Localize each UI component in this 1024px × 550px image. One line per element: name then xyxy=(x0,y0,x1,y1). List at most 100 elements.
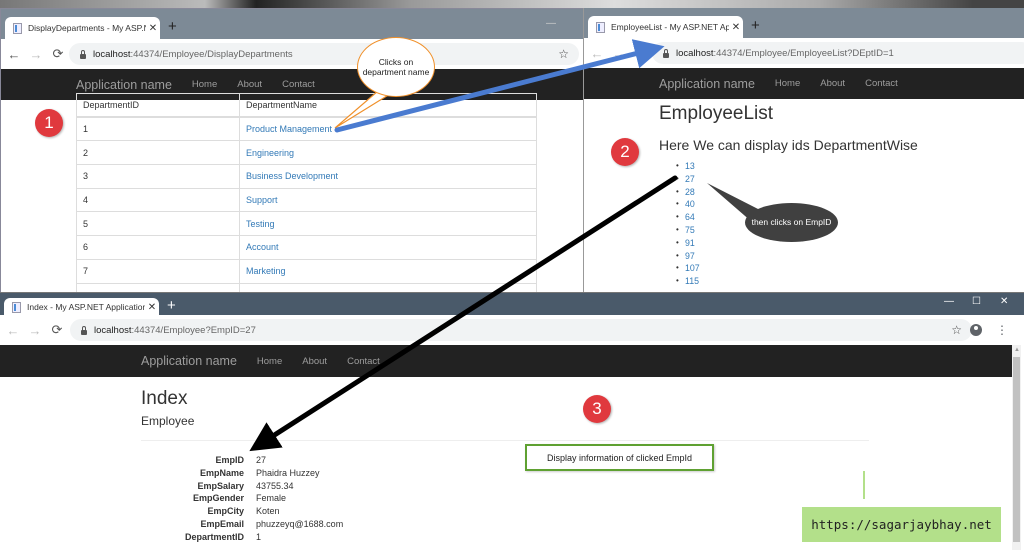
departments-table: DepartmentID DepartmentName 1 Product Man… xyxy=(76,93,537,297)
url-host: localhost xyxy=(676,47,714,59)
minimize-button[interactable]: — xyxy=(546,18,556,29)
nav-about[interactable]: About xyxy=(302,356,327,367)
url-host: localhost xyxy=(93,48,131,60)
forward-button[interactable]: → xyxy=(608,46,630,61)
department-id-cell: 4 xyxy=(76,187,240,213)
tab-title: DisplayDepartments - My ASP.NE xyxy=(28,23,146,33)
nav-about[interactable]: About xyxy=(820,78,845,89)
brand-link[interactable]: Application name xyxy=(76,78,172,92)
close-tab-icon[interactable]: ✕ xyxy=(729,22,743,33)
browser-window-employee-list: EmployeeList - My ASP.NET Appl ✕ + ← → ⟳… xyxy=(583,8,1024,293)
detail-label: EmpCity xyxy=(207,506,244,517)
employee-id-link[interactable]: 27 xyxy=(685,174,695,184)
employee-id-link[interactable]: 40 xyxy=(685,199,695,209)
callout-clicks-empid: then clicks on EmpID xyxy=(745,203,838,242)
new-tab-button[interactable]: + xyxy=(168,19,177,34)
url-input[interactable]: localhost:44374/Employee/DisplayDepartme… xyxy=(69,43,579,65)
employee-id-link[interactable]: 13 xyxy=(685,161,695,171)
department-name-link[interactable]: Account xyxy=(246,242,279,252)
list-item: 64 xyxy=(676,211,700,224)
address-bar-row: ← → ⟳ localhost:44374/Employee/EmployeeL… xyxy=(584,38,1024,68)
department-name-link[interactable]: Marketing xyxy=(246,266,286,276)
scroll-up-icon[interactable]: ▲ xyxy=(1014,347,1020,353)
table-row: 1 Product Management xyxy=(76,116,537,142)
back-button[interactable]: ← xyxy=(3,47,25,62)
employee-details: EmpID 27 EmpName Phaidra Huzzey EmpSalary 437… xyxy=(140,454,343,544)
nav-contact[interactable]: Contact xyxy=(347,356,380,367)
forward-button[interactable]: → xyxy=(25,47,47,62)
department-name-link[interactable]: Engineering xyxy=(246,148,294,158)
tab-employee-list[interactable]: EmployeeList - My ASP.NET Appl ✕ xyxy=(588,16,743,38)
maximize-button[interactable]: ☐ xyxy=(972,296,981,307)
column-header-department-id: DepartmentID xyxy=(76,93,240,119)
employee-id-link[interactable]: 115 xyxy=(685,276,699,286)
desktop-background xyxy=(0,0,1024,8)
detail-value: Female xyxy=(256,493,287,504)
table-row: 2 Engineering xyxy=(76,140,537,166)
new-tab-button[interactable]: + xyxy=(751,18,760,33)
back-button[interactable]: ← xyxy=(2,323,24,338)
close-tab-icon[interactable]: ✕ xyxy=(146,23,160,34)
nav-contact[interactable]: Contact xyxy=(865,78,898,89)
employee-id-link[interactable]: 75 xyxy=(685,225,695,235)
detail-value: 43755.34 xyxy=(256,480,294,491)
department-name-link[interactable]: Product Management xyxy=(246,124,332,134)
detail-row: EmpName Phaidra Huzzey xyxy=(140,467,343,480)
page-icon xyxy=(596,21,605,33)
url-path: :44374/Employee?EmpID=27 xyxy=(131,324,256,336)
site-navbar: Application name Home About Contact xyxy=(584,68,1024,99)
page-title: Index xyxy=(141,388,188,409)
url-input[interactable]: localhost:44374/Employee/EmployeeList?DE… xyxy=(652,42,1024,64)
vertical-scrollbar[interactable]: ▲ xyxy=(1012,345,1021,550)
nav-contact[interactable]: Contact xyxy=(282,79,315,90)
url-input[interactable]: localhost:44374/Employee?EmpID=27 ☆ xyxy=(70,319,972,341)
list-item: 115 xyxy=(676,275,700,288)
detail-row: EmpSalary 43755.34 xyxy=(140,480,343,493)
bookmark-star-icon[interactable]: ☆ xyxy=(558,47,569,61)
tab-index[interactable]: Index - My ASP.NET Application ✕ xyxy=(4,298,159,316)
department-name-link[interactable]: Testing xyxy=(246,219,275,229)
department-name-cell: Marketing xyxy=(239,258,537,284)
lock-icon xyxy=(79,49,87,59)
employee-id-link[interactable]: 64 xyxy=(685,212,695,222)
forward-button[interactable]: → xyxy=(24,323,46,338)
close-window-button[interactable]: ✕ xyxy=(1000,296,1008,307)
title-bar: Index - My ASP.NET Application ✕ + — ☐ ✕ xyxy=(0,293,1024,316)
url-path: :44374/Employee/EmployeeList?DEptID=1 xyxy=(713,47,894,59)
employee-id-link[interactable]: 97 xyxy=(685,251,695,261)
address-bar-row: ← → ⟳ localhost:44374/Employee/DisplayDe… xyxy=(1,39,583,69)
list-item: 28 xyxy=(676,186,700,199)
detail-row: EmpEmail phuzzeyq@1688.com xyxy=(140,518,343,531)
brand-link[interactable]: Application name xyxy=(659,77,755,91)
nav-about[interactable]: About xyxy=(237,79,262,90)
title-bar: EmployeeList - My ASP.NET Appl ✕ + xyxy=(584,8,1024,38)
detail-label: EmpName xyxy=(199,467,244,478)
new-tab-button[interactable]: + xyxy=(167,298,176,313)
employee-id-link[interactable]: 28 xyxy=(685,187,695,197)
department-name-cell: Engineering xyxy=(239,140,537,166)
reload-button[interactable]: ⟳ xyxy=(46,322,68,338)
menu-icon[interactable]: ⋮ xyxy=(996,323,1008,337)
nav-home[interactable]: Home xyxy=(192,79,217,90)
detail-value: 27 xyxy=(256,455,267,465)
employee-id-link[interactable]: 107 xyxy=(685,263,700,273)
profile-avatar-icon[interactable] xyxy=(970,324,982,336)
nav-home[interactable]: Home xyxy=(775,78,800,89)
tab-display-departments[interactable]: DisplayDepartments - My ASP.NE ✕ xyxy=(5,17,160,39)
back-button[interactable]: ← xyxy=(586,46,608,61)
address-bar-row: ← → ⟳ localhost:44374/Employee?EmpID=27 … xyxy=(0,315,1024,345)
minimize-button[interactable]: — xyxy=(944,296,954,307)
page-icon xyxy=(13,22,22,34)
reload-button[interactable]: ⟳ xyxy=(47,46,69,62)
employee-id-link[interactable]: 91 xyxy=(685,238,695,248)
bookmark-star-icon[interactable]: ☆ xyxy=(951,323,962,337)
department-name-link[interactable]: Business Development xyxy=(246,171,338,181)
nav-home[interactable]: Home xyxy=(257,356,282,367)
scrollbar-thumb[interactable] xyxy=(1013,357,1020,542)
department-name-link[interactable]: Support xyxy=(246,195,278,205)
close-tab-icon[interactable]: ✕ xyxy=(145,302,159,313)
reload-button[interactable]: ⟳ xyxy=(630,45,652,61)
list-item: 40 xyxy=(676,198,700,211)
list-item: 97 xyxy=(676,250,700,263)
brand-link[interactable]: Application name xyxy=(141,354,237,368)
